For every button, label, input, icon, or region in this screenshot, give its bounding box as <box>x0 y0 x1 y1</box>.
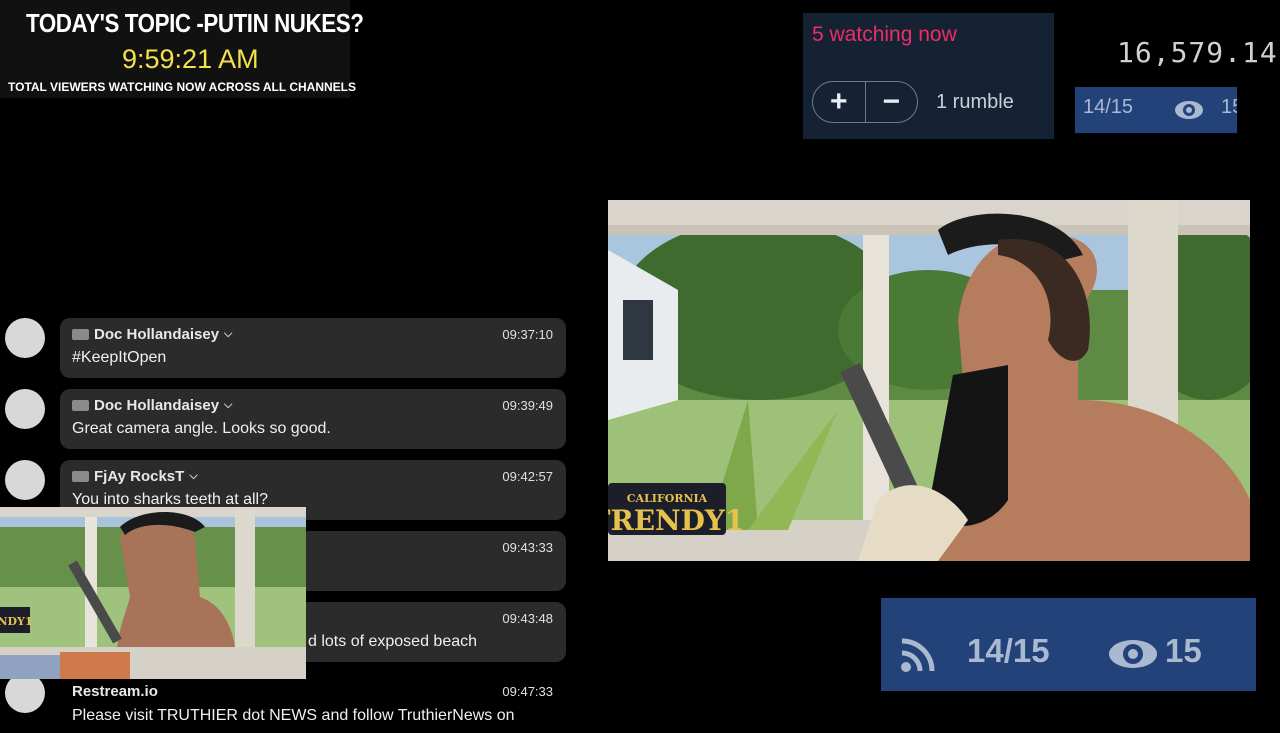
rumble-widget: 5 watching now + − 1 rumble <box>803 13 1054 139</box>
chat-author-row: FjAy RocksT ⌵ <box>72 468 198 485</box>
chat-author[interactable]: Doc Hollandaisey <box>94 397 219 414</box>
chat-bubble: Restream.io 09:47:33 Please visit TRUTHI… <box>60 673 566 733</box>
avatar <box>5 389 45 429</box>
chevron-down-icon[interactable]: ⌵ <box>224 399 232 412</box>
vote-control: + − <box>812 81 918 123</box>
chat-text: d lots of exposed beach <box>308 633 478 650</box>
downvote-button[interactable]: − <box>864 82 918 122</box>
chat-author[interactable]: FjAy RocksT <box>94 468 184 485</box>
stats-ratio: 14/15 <box>1083 96 1134 118</box>
pip-frame: NDY1 <box>0 507 306 679</box>
chat-time: 09:42:57 <box>502 469 553 484</box>
rumble-count: 1 rumble <box>936 91 1014 113</box>
chat-bubble: Doc Hollandaisey ⌵ 09:37:10 #KeepItOpen <box>60 318 566 378</box>
chevron-down-icon[interactable]: ⌵ <box>189 470 197 483</box>
chat-text: Great camera angle. Looks so good. <box>72 420 331 437</box>
stats-viewers: 15 <box>1165 632 1202 669</box>
badge-icon <box>72 400 89 411</box>
chat-author-row: Doc Hollandaisey ⌵ <box>72 326 232 343</box>
chat-author-row: Doc Hollandaisey ⌵ <box>72 397 232 414</box>
watching-now-text: 5 watching now <box>812 23 957 46</box>
topic-title: TODAY'S TOPIC -PUTIN NUKES? <box>26 8 364 38</box>
counter-value: 16,579.14 <box>1117 36 1278 69</box>
stats-ratio: 14/15 <box>967 632 1050 669</box>
badge-icon <box>72 471 89 482</box>
topic-banner: TODAY'S TOPIC -PUTIN NUKES? 9:59:21 AM T… <box>0 0 364 98</box>
plate-text: TRENDY1 <box>608 504 744 537</box>
chat-time: 09:47:33 <box>502 684 553 699</box>
stream-stats-small: 14/15 15 <box>1075 87 1237 133</box>
avatar <box>5 673 45 713</box>
minus-icon: − <box>882 85 901 118</box>
chat-author-row: Restream.io <box>72 683 158 700</box>
pip-plate-text: NDY1 <box>0 615 33 628</box>
pip-video[interactable]: NDY1 <box>0 507 306 679</box>
chat-time: 09:43:33 <box>502 540 553 555</box>
chat-time: 09:39:49 <box>502 398 553 413</box>
chat-author[interactable]: Restream.io <box>72 683 158 700</box>
rss-icon <box>901 638 935 672</box>
chat-bubble: Doc Hollandaisey ⌵ 09:39:49 Great camera… <box>60 389 566 449</box>
chat-time: 09:37:10 <box>502 327 553 342</box>
eye-icon <box>1175 101 1203 119</box>
chevron-down-icon[interactable]: ⌵ <box>224 328 232 341</box>
chat-text: #KeepItOpen <box>72 349 167 366</box>
video-frame: CALIFORNIA TRENDY1 <box>608 200 1250 561</box>
avatar <box>5 460 45 500</box>
chat-author[interactable]: Doc Hollandaisey <box>94 326 219 343</box>
eye-icon <box>1109 640 1157 668</box>
avatar <box>5 318 45 358</box>
badge-icon <box>72 329 89 340</box>
stats-viewers: 15 <box>1221 96 1237 118</box>
stream-stats-large: 14/15 15 <box>881 598 1256 691</box>
chat-text: Please visit TRUTHIER dot NEWS and follo… <box>72 707 515 724</box>
main-video[interactable]: CALIFORNIA TRENDY1 <box>608 200 1250 561</box>
upvote-button[interactable]: + <box>813 82 865 122</box>
topic-subtitle: TOTAL VIEWERS WATCHING NOW ACROSS ALL CH… <box>8 80 356 94</box>
clock-time: 9:59:21 AM <box>122 44 259 74</box>
plus-icon: + <box>829 85 848 118</box>
chat-time: 09:43:48 <box>502 611 553 626</box>
